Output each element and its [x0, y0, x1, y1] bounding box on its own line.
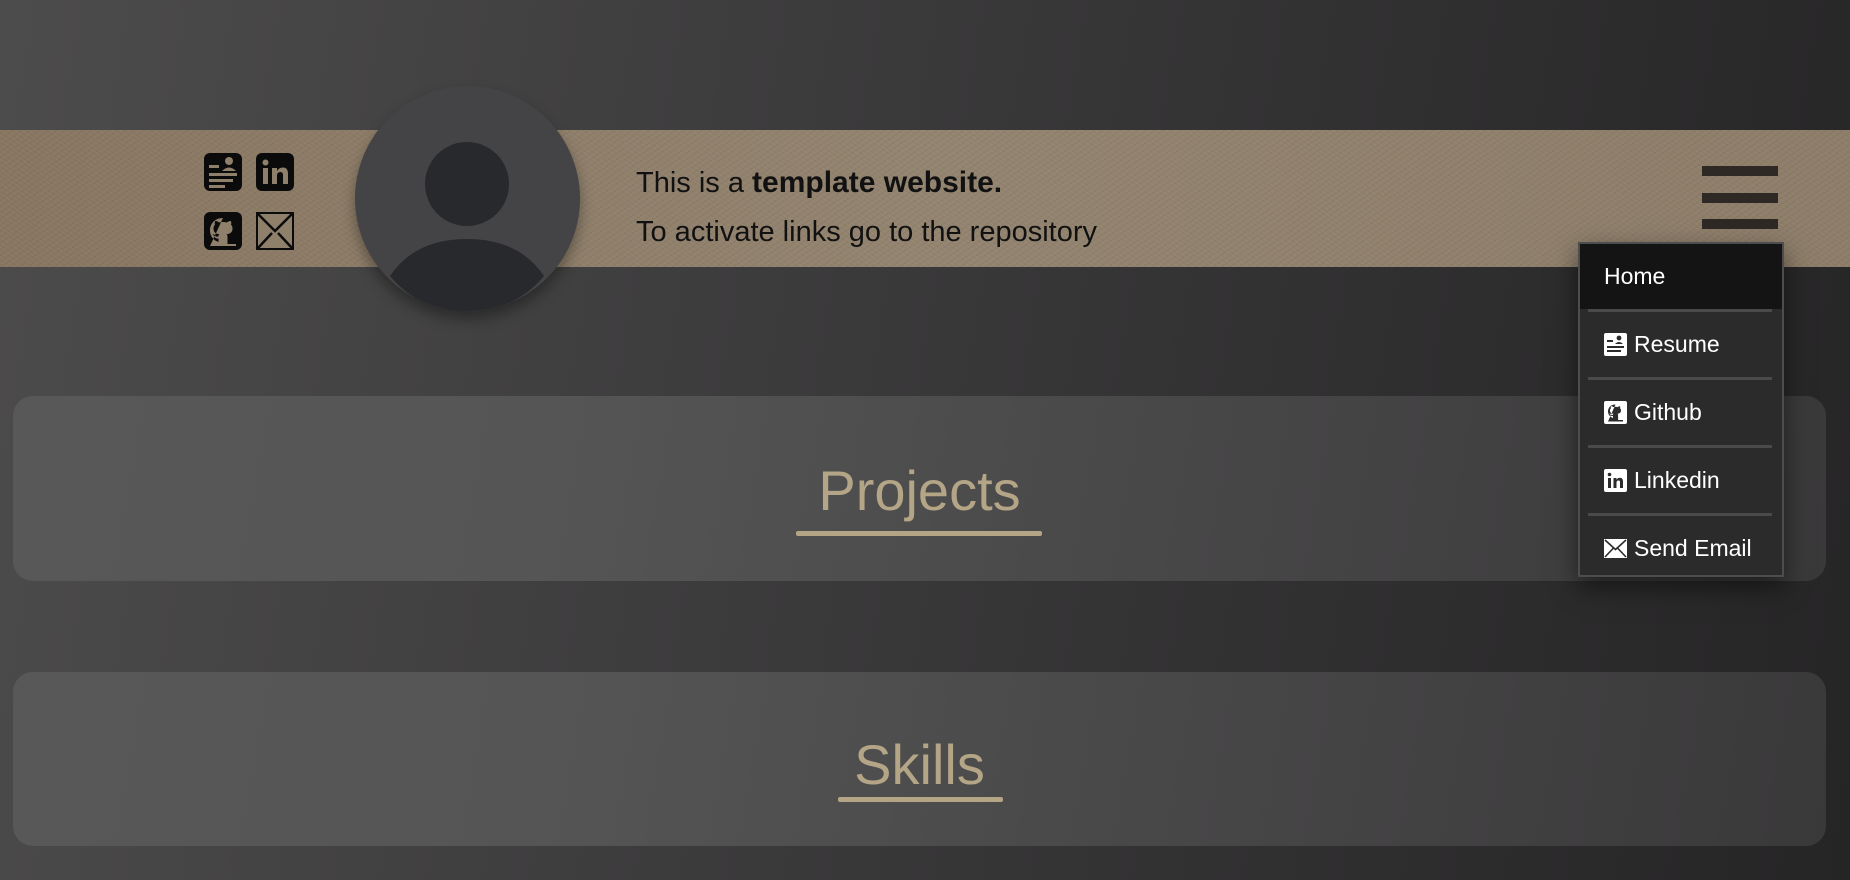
- email-icon[interactable]: [255, 211, 295, 251]
- linkedin-icon[interactable]: [255, 152, 295, 192]
- menu-item-label: Linkedin: [1634, 467, 1720, 493]
- skills-title: Skills: [854, 733, 985, 796]
- menu-item-github[interactable]: Github: [1580, 380, 1782, 445]
- menu-item-linkedin[interactable]: Linkedin: [1580, 448, 1782, 513]
- menu-item-label: Send Email: [1634, 535, 1752, 561]
- projects-title: Projects: [818, 459, 1021, 522]
- menu-item-home[interactable]: Home: [1580, 244, 1782, 309]
- menu-item-resume[interactable]: Resume: [1580, 312, 1782, 377]
- github-icon[interactable]: [203, 211, 243, 251]
- projects-underline: [796, 531, 1042, 536]
- nav-dropdown-menu: Home Resume Github Linkedin Send Email: [1578, 242, 1784, 577]
- email-icon: [1604, 537, 1627, 560]
- projects-section[interactable]: Projects: [13, 396, 1826, 581]
- skills-section[interactable]: Skills: [13, 672, 1826, 846]
- linkedin-icon: [1604, 469, 1627, 492]
- social-links: [203, 152, 303, 252]
- menu-item-label: Resume: [1634, 331, 1720, 357]
- github-icon: [1604, 401, 1627, 424]
- avatar: [355, 86, 580, 311]
- intro-line-2: To activate links go to the repository: [636, 216, 1098, 248]
- intro-prefix: This is a: [636, 167, 753, 199]
- intro-highlight: template website.: [752, 166, 1003, 199]
- hamburger-menu-icon[interactable]: [1702, 166, 1778, 230]
- resume-icon: [1604, 333, 1627, 356]
- skills-underline: [838, 797, 1003, 802]
- resume-icon[interactable]: [203, 152, 243, 192]
- intro-text: This is a template website. To activate …: [636, 158, 1097, 257]
- menu-item-label: Home: [1604, 263, 1666, 289]
- menu-item-label: Github: [1634, 399, 1702, 425]
- intro-line-1: This is a template website.: [636, 158, 1097, 208]
- menu-item-send-email[interactable]: Send Email: [1580, 516, 1782, 581]
